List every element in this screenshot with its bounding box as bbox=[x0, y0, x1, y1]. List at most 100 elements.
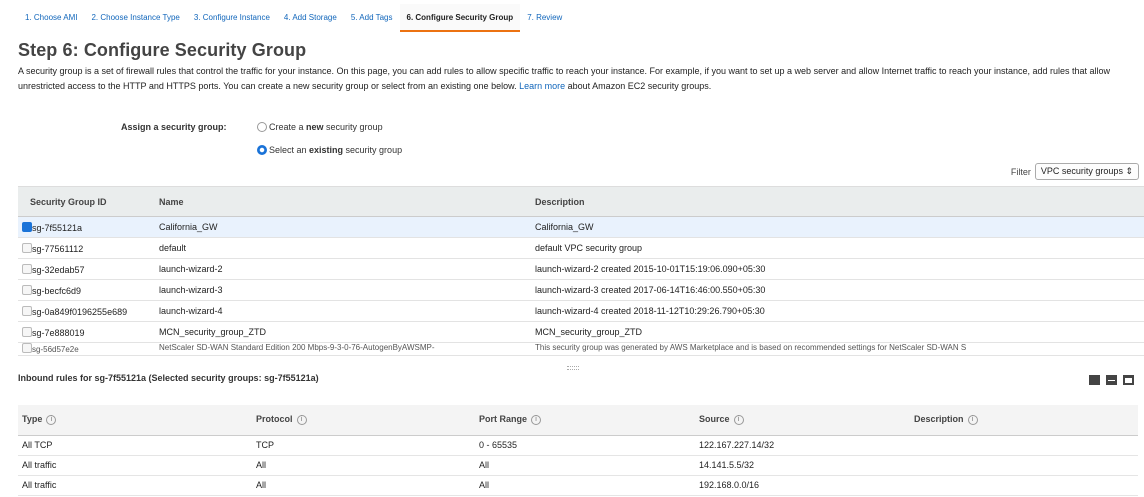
security-group-id-cell: sg-77561112 bbox=[18, 237, 147, 259]
assign-security-group-existing: Select an existing security group bbox=[0, 145, 1144, 159]
panel-view-split-icon[interactable] bbox=[1106, 375, 1117, 385]
row-select-checkbox[interactable] bbox=[22, 221, 32, 232]
column-header-id[interactable]: Security Group ID bbox=[18, 186, 147, 217]
security-group-name: default bbox=[147, 237, 535, 259]
security-group-id: sg-77561112 bbox=[32, 243, 84, 254]
rule-description bbox=[910, 475, 1138, 496]
rule-source: 14.141.5.5/32 bbox=[695, 455, 910, 476]
security-group-row[interactable]: sg-0a849f0196255e689 launch-wizard-4 launc… bbox=[18, 300, 1144, 322]
rules-header-type: Type i bbox=[18, 405, 252, 436]
security-group-row[interactable]: sg-7f55121a California_GW California_GW bbox=[18, 216, 1144, 238]
info-icon[interactable]: i bbox=[296, 415, 307, 426]
security-group-row[interactable]: sg-56d57e2e NetScaler SD-WAN Standard Edi… bbox=[18, 342, 1144, 356]
row-select-checkbox[interactable] bbox=[22, 284, 32, 295]
security-group-description: launch-wizard-2 created 2015-10-01T15:19… bbox=[535, 258, 1144, 280]
rule-type: All traffic bbox=[18, 455, 252, 476]
inbound-rules-header: Type i Protocol i Port Range i Source i Desc… bbox=[18, 405, 1138, 436]
inbound-rule-row: All traffic All All 192.168.0.0/16 bbox=[18, 475, 1138, 496]
rule-port-range: All bbox=[475, 475, 695, 496]
select-existing-radio[interactable]: Select an existing security group bbox=[257, 145, 402, 155]
info-icon[interactable]: i bbox=[967, 415, 978, 426]
security-group-id-cell: sg-0a849f0196255e689 bbox=[18, 300, 147, 322]
rules-header-description: Description i bbox=[910, 405, 1138, 436]
rule-port-range: All bbox=[475, 455, 695, 476]
security-groups-table: Security Group ID Name Description sg-7f… bbox=[18, 186, 1144, 356]
security-group-name: launch-wizard-4 bbox=[147, 300, 535, 322]
security-group-description: MCN_security_group_ZTD bbox=[535, 321, 1144, 343]
security-group-id-cell: sg-7e888019 bbox=[18, 321, 147, 343]
wizard-step-7[interactable]: 7. Review bbox=[520, 4, 569, 32]
security-group-id: sg-becfc6d9 bbox=[32, 285, 82, 296]
security-group-name: launch-wizard-3 bbox=[147, 279, 535, 301]
wizard-step-5[interactable]: 5. Add Tags bbox=[344, 4, 400, 32]
row-select-checkbox[interactable] bbox=[22, 242, 32, 253]
rule-source: 192.168.0.0/16 bbox=[695, 475, 910, 496]
column-header-name[interactable]: Name bbox=[147, 186, 535, 217]
filter-control: Filter VPC security groups ⇕ bbox=[1011, 163, 1139, 180]
security-group-name: launch-wizard-2 bbox=[147, 258, 535, 280]
rules-header-protocol: Protocol i bbox=[252, 405, 475, 436]
rule-type: All traffic bbox=[18, 475, 252, 496]
column-header-description[interactable]: Description bbox=[535, 186, 1144, 217]
rule-description bbox=[910, 435, 1138, 456]
panel-view-top-icon[interactable] bbox=[1123, 375, 1134, 385]
row-select-checkbox[interactable] bbox=[22, 343, 32, 353]
security-group-id: sg-0a849f0196255e689 bbox=[32, 306, 128, 317]
security-group-description: This security group was generated by AWS… bbox=[535, 342, 1144, 356]
radio-select-existing[interactable] bbox=[257, 145, 267, 155]
inbound-rules-table: Type i Protocol i Port Range i Source i Desc… bbox=[18, 405, 1138, 496]
rules-header-port-range: Port Range i bbox=[475, 405, 695, 436]
create-new-radio[interactable]: Create a new security group bbox=[257, 122, 383, 132]
wizard-step-1[interactable]: 1. Choose AMI bbox=[18, 4, 84, 32]
security-group-id: sg-7e888019 bbox=[32, 327, 85, 338]
security-group-description: launch-wizard-3 created 2017-06-14T16:46… bbox=[535, 279, 1144, 301]
security-group-row[interactable]: sg-77561112 default default VPC security g… bbox=[18, 237, 1144, 259]
select-existing-label: Select an existing security group bbox=[269, 145, 403, 155]
security-group-id-cell: sg-32edab57 bbox=[18, 258, 147, 280]
security-group-id: sg-7f55121a bbox=[32, 222, 83, 233]
wizard-step-3[interactable]: 3. Configure Instance bbox=[187, 4, 277, 32]
page-title: Step 6: Configure Security Group bbox=[18, 40, 307, 60]
security-group-row[interactable]: sg-becfc6d9 launch-wizard-3 launch-wizard-… bbox=[18, 279, 1144, 301]
rule-description bbox=[910, 455, 1138, 476]
security-group-row[interactable]: sg-32edab57 launch-wizard-2 launch-wizard-… bbox=[18, 258, 1144, 280]
inbound-rule-row: All TCP TCP 0 - 65535 122.167.227.14/32 bbox=[18, 435, 1138, 456]
wizard-step-6[interactable]: 6. Configure Security Group bbox=[399, 4, 521, 32]
security-group-description: California_GW bbox=[535, 216, 1144, 238]
rule-protocol: All bbox=[252, 455, 475, 476]
wizard-step-4[interactable]: 4. Add Storage bbox=[277, 4, 344, 32]
wizard-steps: 1. Choose AMI 2. Choose Instance Type 3. C… bbox=[18, 4, 569, 32]
view-mode-toggles bbox=[1089, 375, 1134, 385]
security-group-description: launch-wizard-4 created 2018-11-12T10:29… bbox=[535, 300, 1144, 322]
inbound-rule-row: All traffic All All 14.141.5.5/32 bbox=[18, 455, 1138, 476]
security-group-description: default VPC security group bbox=[535, 237, 1144, 259]
security-groups-header: Security Group ID Name Description bbox=[18, 186, 1144, 217]
security-group-id-cell: sg-7f55121a bbox=[18, 216, 147, 238]
rules-header-source: Source i bbox=[695, 405, 910, 436]
row-select-checkbox[interactable] bbox=[22, 305, 32, 316]
security-group-id-cell: sg-becfc6d9 bbox=[18, 279, 147, 301]
intro-text: A security group is a set of firewall ru… bbox=[18, 66, 1111, 91]
filter-select[interactable]: VPC security groups ⇕ bbox=[1034, 163, 1139, 180]
assign-label: Assign a security group: bbox=[121, 122, 227, 132]
filter-label: Filter bbox=[1010, 166, 1031, 177]
info-icon[interactable]: i bbox=[733, 415, 744, 426]
security-group-id-cell: sg-56d57e2e bbox=[18, 342, 147, 356]
panel-view-full-icon[interactable] bbox=[1089, 375, 1100, 385]
row-select-checkbox[interactable] bbox=[22, 263, 32, 274]
rule-protocol: TCP bbox=[252, 435, 475, 456]
learn-more-link[interactable]: Learn more bbox=[519, 81, 565, 91]
rule-type: All TCP bbox=[18, 435, 252, 456]
row-select-checkbox[interactable] bbox=[22, 326, 32, 337]
info-icon[interactable]: i bbox=[46, 415, 57, 426]
wizard-step-2[interactable]: 2. Choose Instance Type bbox=[84, 4, 186, 32]
resize-grip[interactable] bbox=[567, 366, 579, 370]
rule-source: 122.167.227.14/32 bbox=[695, 435, 910, 456]
radio-create-new[interactable] bbox=[257, 122, 267, 132]
create-new-label: Create a new security group bbox=[269, 122, 383, 132]
security-group-name: MCN_security_group_ZTD bbox=[147, 321, 535, 343]
security-group-row[interactable]: sg-7e888019 MCN_security_group_ZTD MCN_sec… bbox=[18, 321, 1144, 343]
info-icon[interactable]: i bbox=[531, 415, 542, 426]
security-group-name: NetScaler SD-WAN Standard Edition 200 Mb… bbox=[147, 342, 535, 356]
rule-port-range: 0 - 65535 bbox=[475, 435, 695, 456]
